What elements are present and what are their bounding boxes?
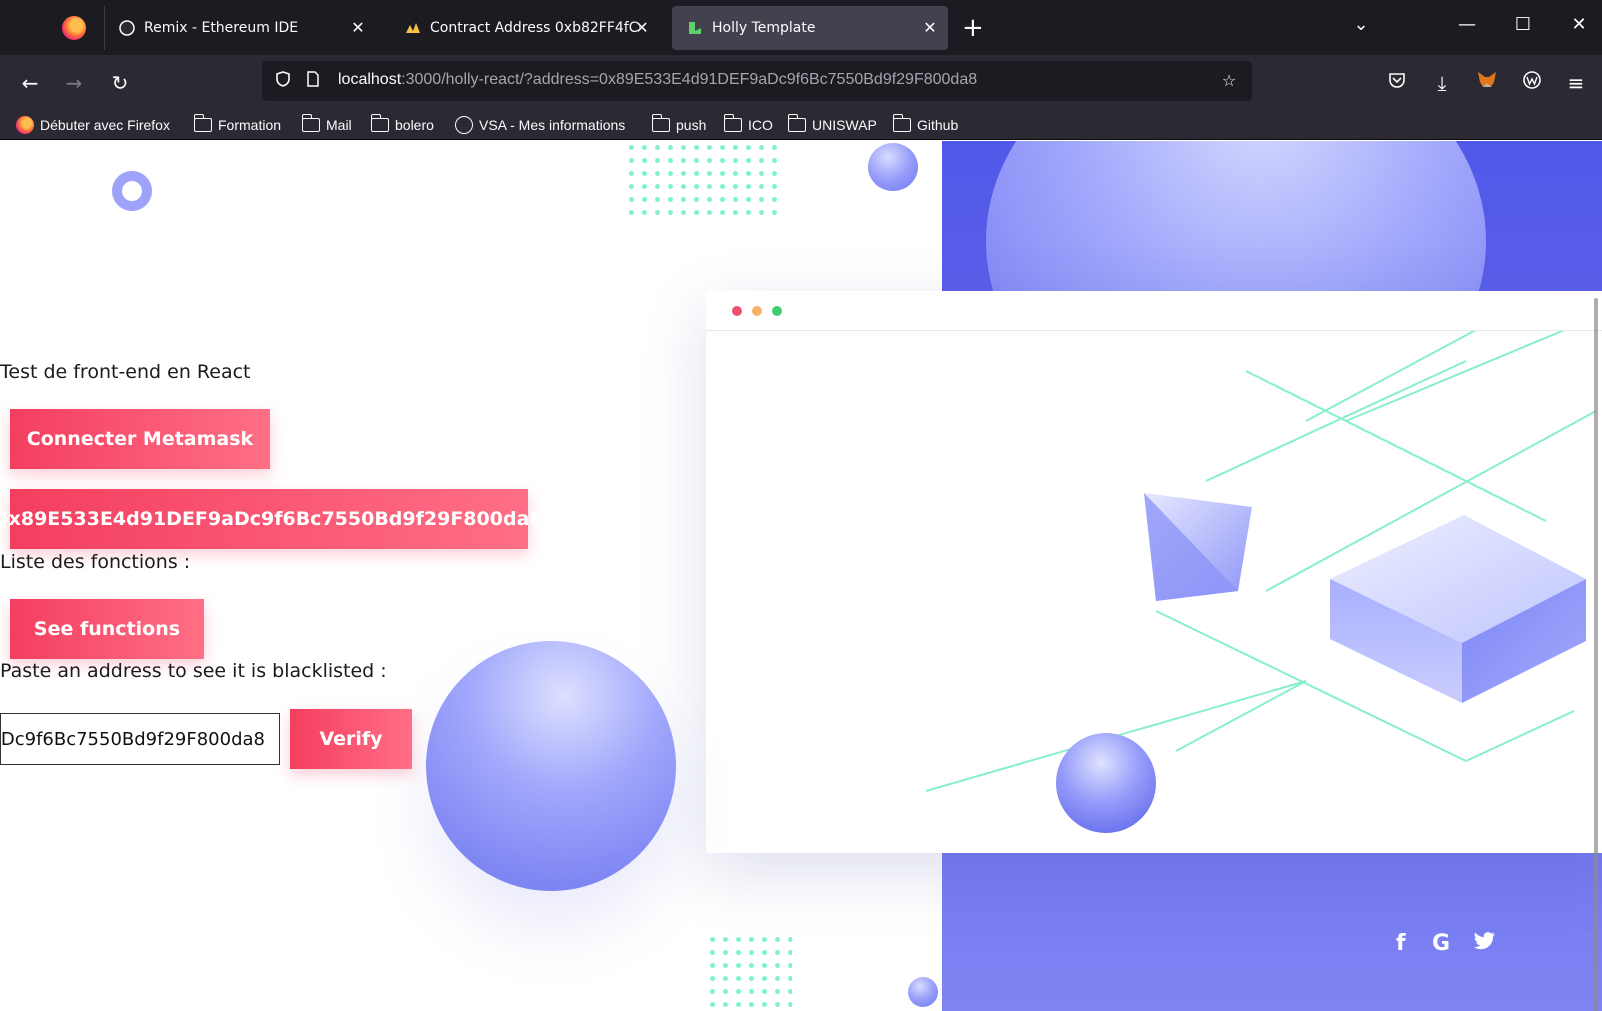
decorative-dots: [625, 141, 785, 223]
page-scrollbar[interactable]: [1594, 298, 1598, 1011]
url-bar[interactable]: localhost:3000/holly-react/?address=0x89…: [262, 61, 1252, 101]
close-tab-icon[interactable]: ✕: [348, 18, 368, 38]
folder-icon: [723, 114, 742, 132]
pocket-icon[interactable]: [1383, 69, 1411, 97]
bookmark-github[interactable]: Github: [892, 114, 958, 136]
tab-title: Remix - Ethereum IDE: [144, 20, 299, 36]
bookmark-mail[interactable]: Mail: [301, 114, 352, 136]
bookmark-ico[interactable]: ICO: [723, 114, 773, 136]
shield-icon[interactable]: [272, 70, 294, 92]
functions-heading: Liste des fonctions :: [0, 551, 191, 573]
close-tab-icon[interactable]: ✕: [632, 18, 652, 38]
google-icon[interactable]: G: [1432, 931, 1450, 956]
reload-icon[interactable]: ↻: [106, 69, 134, 97]
back-icon[interactable]: ←: [16, 69, 44, 97]
page-icon[interactable]: [302, 70, 324, 92]
window-dot-green: [772, 306, 782, 316]
new-tab-button[interactable]: +: [962, 14, 984, 42]
decorative-sphere: [426, 641, 676, 891]
menu-icon[interactable]: ≡: [1562, 69, 1590, 97]
window-dot-red: [732, 306, 742, 316]
blacklist-heading: Paste an address to see it is blackliste…: [0, 660, 387, 682]
maximize-icon[interactable]: ☐: [1508, 14, 1538, 35]
intro-text: Test de front-end en React: [0, 361, 251, 383]
url-text[interactable]: localhost:3000/holly-react/?address=0x89…: [338, 71, 977, 89]
decorative-sphere: [908, 977, 938, 1007]
close-tab-icon[interactable]: ✕: [920, 18, 940, 38]
minimize-icon[interactable]: —: [1452, 14, 1482, 35]
navigation-toolbar: ← → ↻ localhost:3000/holly-react/?addres…: [0, 55, 1602, 110]
verify-button[interactable]: Verify: [290, 709, 412, 769]
metamask-fox-icon[interactable]: [1473, 69, 1501, 97]
bookmarks-toolbar: Débuter avec Firefox Formation Mail bole…: [0, 110, 1602, 140]
tab-title: Contract Address 0xb82FF4fC0C: [430, 20, 640, 36]
folder-icon: [787, 114, 806, 132]
tab-bar: Remix - Ethereum IDE ✕ Contract Address …: [0, 0, 1602, 55]
bookmark-formation[interactable]: Formation: [193, 114, 281, 136]
window-dot-yellow: [752, 306, 762, 316]
folder-icon: [651, 114, 670, 132]
connect-metamask-button[interactable]: Connecter Metamask: [10, 409, 270, 469]
page-viewport: Test de front-end en React Connecter Met…: [0, 141, 1602, 1011]
folder-icon: [193, 114, 212, 132]
globe-icon: [455, 116, 473, 134]
decorative-ring: [112, 171, 152, 211]
folder-icon: [301, 114, 320, 132]
tab-separator: [104, 6, 105, 50]
bookmark-vsa[interactable]: VSA - Mes informations: [455, 114, 625, 136]
firefox-logo-icon[interactable]: [62, 16, 86, 40]
folder-icon: [892, 114, 911, 132]
address-input[interactable]: Dc9f6Bc7550Bd9f29F800da8: [0, 713, 280, 765]
extension-w-icon[interactable]: [1518, 69, 1546, 97]
bookmark-uniswap[interactable]: UNISWAP: [787, 114, 877, 136]
tab-contract-address[interactable]: Contract Address 0xb82FF4fC0C ✕: [396, 6, 660, 50]
holly-icon: [686, 19, 704, 37]
twitter-icon[interactable]: [1474, 931, 1496, 957]
firefox-icon: [16, 116, 34, 134]
etherscan-icon: [404, 19, 422, 37]
facebook-icon[interactable]: f: [1396, 931, 1406, 956]
tab-remix[interactable]: Remix - Ethereum IDE ✕: [110, 6, 376, 50]
list-tabs-icon[interactable]: ⌄: [1346, 14, 1376, 35]
close-window-icon[interactable]: ✕: [1564, 14, 1594, 35]
decorative-sphere: [868, 143, 918, 191]
bookmark-debuter-firefox[interactable]: Débuter avec Firefox: [16, 114, 170, 136]
downloads-icon[interactable]: ⤓: [1428, 69, 1456, 97]
bookmark-push[interactable]: push: [651, 114, 706, 136]
forward-icon[interactable]: →: [60, 69, 88, 97]
folder-icon: [370, 114, 389, 132]
tab-holly-template[interactable]: Holly Template ✕: [672, 6, 948, 50]
decorative-dots: [706, 933, 792, 1011]
bookmark-bolero[interactable]: bolero: [370, 114, 434, 136]
bookmark-star-icon[interactable]: ☆: [1218, 70, 1240, 92]
tab-title: Holly Template: [712, 20, 816, 36]
illustration-window: [706, 270, 1602, 853]
illustration-art: [925, 270, 1597, 833]
illustration-window-bar: [706, 291, 1602, 331]
remix-icon: [118, 19, 136, 37]
see-functions-button[interactable]: See functions: [10, 599, 204, 659]
wallet-address-button[interactable]: 0x89E533E4d91DEF9aDc9f6Bc7550Bd9f29F800d…: [0, 489, 543, 549]
